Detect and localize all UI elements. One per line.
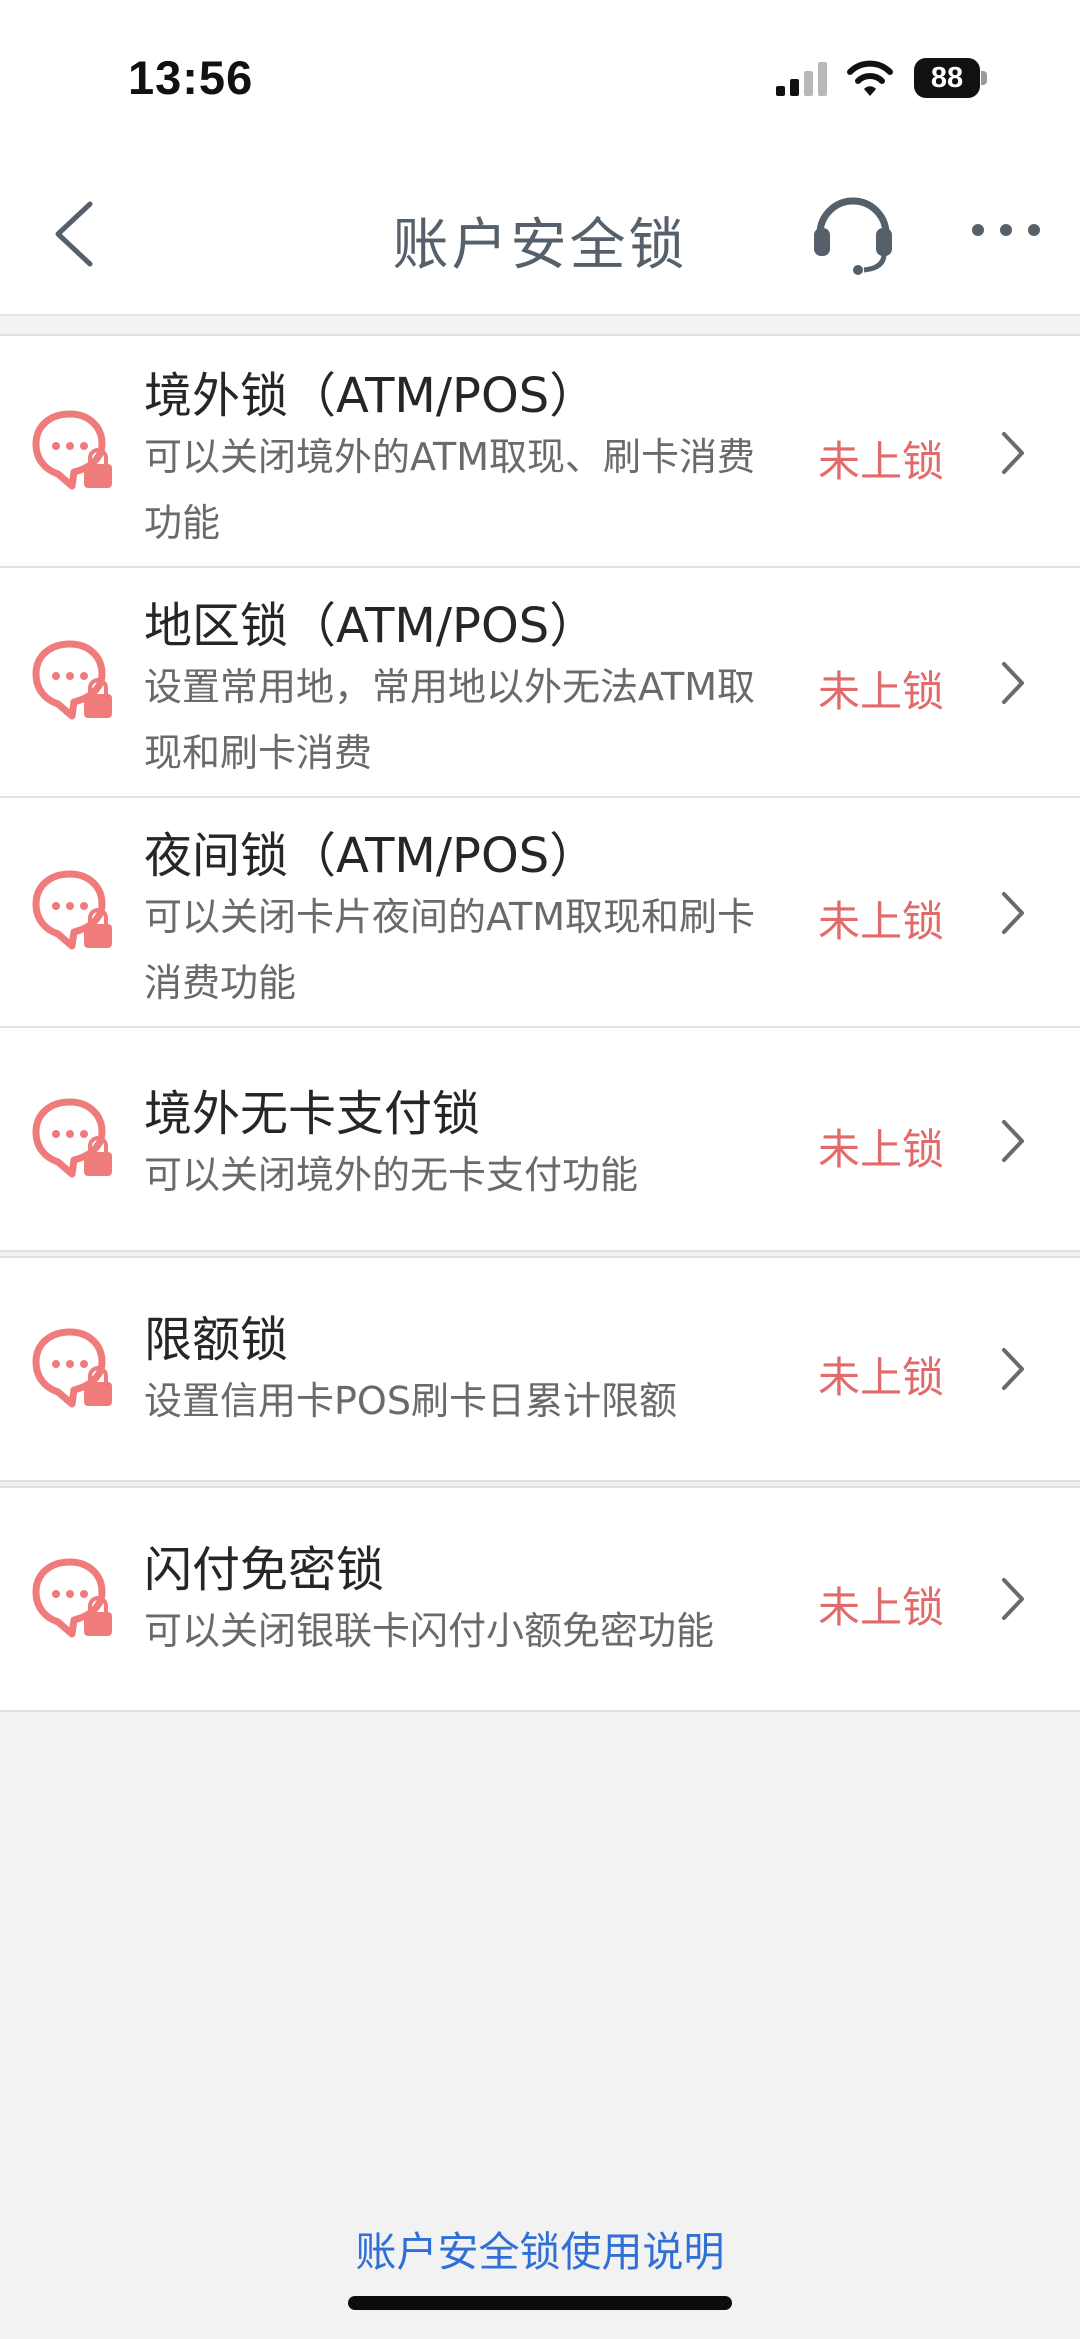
lock-title: 限额锁 xyxy=(144,1312,289,1368)
lock-status: 未上锁 xyxy=(818,1125,945,1174)
back-arrow-icon[interactable] xyxy=(40,196,106,272)
lock-description: 可以关闭境外的ATM取现、刷卡消费功能 xyxy=(144,435,756,545)
chevron-right-icon xyxy=(1002,662,1024,704)
header: 13:56 88 账户安全锁 xyxy=(0,0,1080,316)
lock-status: 未上锁 xyxy=(818,897,945,946)
lock-status: 未上锁 xyxy=(818,437,945,486)
wifi-icon xyxy=(847,60,893,96)
lock-title: 境外锁（ATM/POS） xyxy=(144,368,598,424)
page-title: 账户安全锁 xyxy=(392,213,688,278)
status-time: 13:56 xyxy=(128,51,254,104)
lock-shield-icon xyxy=(32,410,112,490)
lock-title: 夜间锁（ATM/POS） xyxy=(144,828,598,884)
lock-title: 地区锁（ATM/POS） xyxy=(144,598,598,654)
home-indicator[interactable] xyxy=(348,2296,732,2310)
lock-description: 可以关闭银联卡闪付小额免密功能 xyxy=(144,1609,715,1653)
lock-row-quickpass[interactable]: 闪付免密锁 可以关闭银联卡闪付小额免密功能 未上锁 xyxy=(0,1488,1080,1710)
lock-status: 未上锁 xyxy=(818,1353,945,1402)
chevron-right-icon xyxy=(1002,1120,1024,1162)
lock-shield-icon xyxy=(32,1558,112,1638)
battery-level: 88 xyxy=(914,58,980,98)
lock-shield-icon xyxy=(32,870,112,950)
more-options-icon[interactable] xyxy=(966,210,1046,250)
lock-status: 未上锁 xyxy=(818,667,945,716)
battery-icon: 88 xyxy=(914,58,987,98)
headset-support-icon[interactable] xyxy=(808,186,898,276)
cellular-signal-icon xyxy=(776,62,827,96)
lock-row-limit[interactable]: 限额锁 设置信用卡POS刷卡日累计限额 未上锁 xyxy=(0,1258,1080,1480)
lock-shield-icon xyxy=(32,1328,112,1408)
lock-shield-icon xyxy=(32,640,112,720)
chevron-right-icon xyxy=(1002,432,1024,474)
lock-title: 境外无卡支付锁 xyxy=(144,1086,481,1142)
lock-status: 未上锁 xyxy=(818,1583,945,1632)
lock-row-region[interactable]: 地区锁（ATM/POS） 设置常用地，常用地以外无法ATM取现和刷卡消费 未上锁 xyxy=(0,568,1080,796)
lock-group-quickpass: 闪付免密锁 可以关闭银联卡闪付小额免密功能 未上锁 xyxy=(0,1486,1080,1712)
lock-row-overseas[interactable]: 境外锁（ATM/POS） 可以关闭境外的ATM取现、刷卡消费功能 未上锁 xyxy=(0,336,1080,566)
lock-group-limit: 限额锁 设置信用卡POS刷卡日累计限额 未上锁 xyxy=(0,1256,1080,1482)
lock-shield-icon xyxy=(32,1098,112,1178)
chevron-right-icon xyxy=(1002,1578,1024,1620)
lock-description: 设置信用卡POS刷卡日累计限额 xyxy=(144,1379,677,1423)
lock-row-night[interactable]: 夜间锁（ATM/POS） 可以关闭卡片夜间的ATM取现和刷卡消费功能 未上锁 xyxy=(0,798,1080,1026)
chevron-right-icon xyxy=(1002,892,1024,934)
usage-instructions-link[interactable]: 账户安全锁使用说明 xyxy=(0,2218,1080,2278)
chevron-right-icon xyxy=(1002,1348,1024,1390)
lock-description: 可以关闭境外的无卡支付功能 xyxy=(144,1153,639,1197)
lock-description: 设置常用地，常用地以外无法ATM取现和刷卡消费 xyxy=(144,665,756,775)
lock-group-main: 境外锁（ATM/POS） 可以关闭境外的ATM取现、刷卡消费功能 未上锁 地区锁… xyxy=(0,334,1080,1252)
lock-row-overseas-cardless[interactable]: 境外无卡支付锁 可以关闭境外的无卡支付功能 未上锁 xyxy=(0,1028,1080,1252)
lock-title: 闪付免密锁 xyxy=(144,1542,385,1598)
lock-description: 可以关闭卡片夜间的ATM取现和刷卡消费功能 xyxy=(144,895,756,1005)
